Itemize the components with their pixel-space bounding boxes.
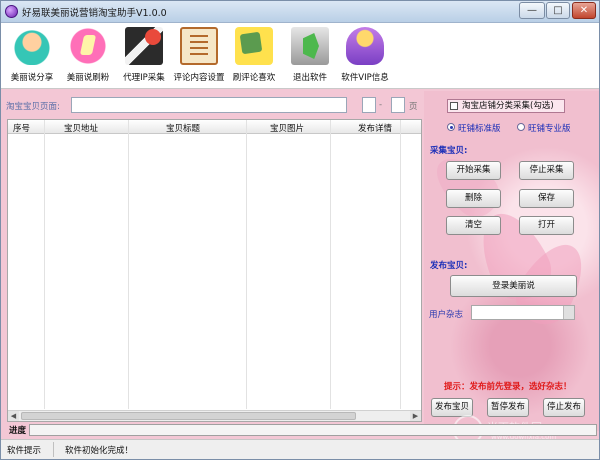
status-label: 软件提示: [7, 446, 42, 456]
close-button[interactable]: ✕: [572, 2, 596, 19]
page-unit-label: 页: [409, 102, 418, 112]
page-to-input[interactable]: [391, 97, 405, 113]
comment-like-icon: [235, 27, 273, 65]
url-input[interactable]: [71, 97, 347, 113]
radio-pro[interactable]: [517, 123, 525, 131]
toolbar: 美丽说分享 美丽说刷粉 代理IP采集 评论内容设置 刷评论喜欢 退出软件 软件V…: [1, 23, 599, 89]
tool-comment-like-label: 刷评论喜欢: [232, 73, 276, 83]
tool-vip[interactable]: 软件VIP信息: [338, 27, 392, 87]
checkbox-box[interactable]: [450, 102, 458, 110]
url-label: 淘宝宝贝页面:: [6, 102, 60, 112]
open-button[interactable]: 打开: [519, 216, 574, 235]
app-window: 好易联美丽说营销淘宝助手V1.0.0 — □ ✕ 美丽说分享 美丽说刷粉 代理I…: [0, 0, 600, 460]
tool-fans[interactable]: 美丽说刷粉: [61, 27, 115, 87]
radio-standard-label: 旺铺标准版: [458, 124, 501, 134]
clapperboard-icon: [125, 27, 163, 65]
item-table[interactable]: 序号 宝贝地址 宝贝标题 宝贝图片 发布详情 ◀ ▶: [7, 119, 422, 422]
clear-button[interactable]: 清空: [446, 216, 501, 235]
column-divider: [44, 120, 45, 409]
tool-exit[interactable]: 退出软件: [283, 27, 337, 87]
radio-pro-label: 旺铺专业版: [528, 124, 571, 134]
column-divider: [330, 120, 331, 409]
window-title: 好易联美丽说营销淘宝助手V1.0.0: [22, 8, 167, 19]
horizontal-scrollbar[interactable]: ◀ ▶: [8, 410, 421, 421]
tool-comment-like[interactable]: 刷评论喜欢: [227, 27, 281, 87]
tool-proxy-ip-label: 代理IP采集: [123, 73, 165, 83]
scroll-left-icon[interactable]: ◀: [8, 411, 19, 421]
share-girl-icon: [13, 27, 51, 65]
category-collect-label: 淘宝店铺分类采集(勾选): [462, 101, 554, 111]
tool-comment-settings-label: 评论内容设置: [173, 73, 225, 83]
table-header: 序号 宝贝地址 宝贝标题 宝贝图片 发布详情: [8, 120, 421, 134]
stop-collect-button[interactable]: 停止采集: [519, 161, 574, 180]
publish-tip: 提示：发布前先登录，选好杂志！: [444, 382, 572, 392]
column-header-title[interactable]: 宝贝标题: [166, 122, 200, 134]
status-message: 软件初始化完成！: [65, 446, 134, 456]
tool-comment-settings[interactable]: 评论内容设置: [172, 27, 226, 87]
progress-bar: [29, 424, 597, 436]
column-header-url[interactable]: 宝贝地址: [64, 122, 98, 134]
tool-share[interactable]: 美丽说分享: [5, 27, 59, 87]
scroll-right-icon[interactable]: ▶: [410, 411, 421, 421]
page-separator: -: [379, 100, 383, 110]
stop-publish-button[interactable]: 停止发布: [543, 398, 585, 417]
delete-button[interactable]: 删除: [446, 189, 501, 208]
tool-proxy-ip[interactable]: 代理IP采集: [117, 27, 171, 87]
column-header-image[interactable]: 宝贝图片: [270, 122, 304, 134]
fans-icon: [69, 27, 107, 65]
radio-standard[interactable]: [447, 123, 455, 131]
maximize-button[interactable]: □: [546, 2, 570, 19]
tool-vip-label: 软件VIP信息: [341, 73, 389, 83]
page-from-input[interactable]: [362, 97, 376, 113]
column-divider: [400, 120, 401, 409]
status-divider: [53, 442, 54, 457]
category-collect-checkbox[interactable]: 淘宝店铺分类采集(勾选): [447, 99, 565, 113]
save-button[interactable]: 保存: [519, 189, 574, 208]
column-header-index[interactable]: 序号: [13, 122, 30, 134]
publish-section-title: 发布宝贝:: [430, 261, 468, 271]
start-collect-button[interactable]: 开始采集: [446, 161, 501, 180]
tool-share-label: 美丽说分享: [10, 73, 54, 83]
column-divider: [246, 120, 247, 409]
tool-exit-label: 退出软件: [292, 73, 327, 83]
chevron-down-icon[interactable]: [563, 306, 574, 319]
pause-publish-button[interactable]: 暂停发布: [487, 398, 529, 417]
user-magazine-select[interactable]: [471, 305, 575, 320]
minimize-button[interactable]: —: [519, 2, 545, 19]
app-logo-icon: [5, 5, 18, 18]
column-header-details[interactable]: 发布详情: [358, 122, 392, 134]
user-magazine-label: 用户杂志: [429, 310, 464, 320]
column-divider: [128, 120, 129, 409]
collect-section-title: 采集宝贝:: [430, 146, 468, 156]
progress-label: 进度: [9, 426, 27, 436]
status-bar: 软件提示 软件初始化完成！: [1, 439, 599, 459]
scroll-thumb[interactable]: [21, 412, 356, 420]
notebook-icon: [180, 27, 218, 65]
vip-flower-icon: [346, 27, 384, 65]
login-button[interactable]: 登录美丽说: [450, 275, 577, 297]
title-bar: 好易联美丽说营销淘宝助手V1.0.0 — □ ✕: [1, 1, 599, 23]
exit-arrow-icon: [291, 27, 329, 65]
tool-fans-label: 美丽说刷粉: [66, 73, 110, 83]
